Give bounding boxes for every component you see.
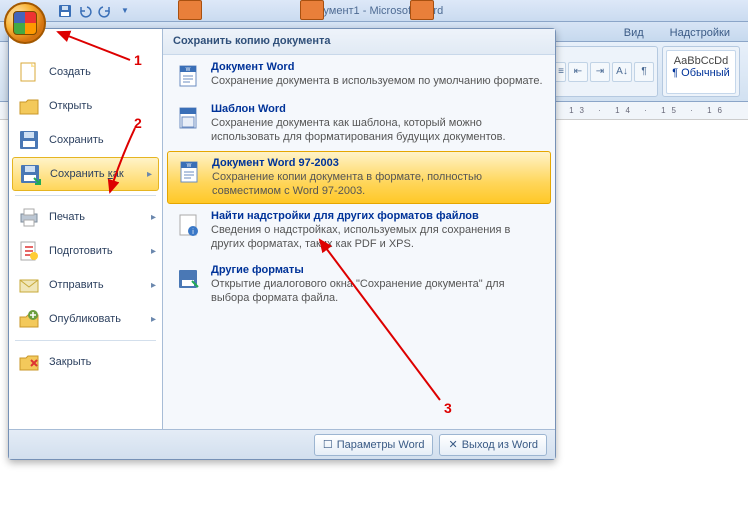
office-button[interactable] [4, 2, 46, 44]
submenu-item-title: Другие форматы [211, 264, 545, 276]
quick-access-toolbar: ▼ [56, 2, 134, 20]
menu-item-prepare[interactable]: Подготовить [9, 234, 162, 268]
annotation-number: 1 [134, 52, 142, 68]
office-menu-footer: ☐Параметры Word ✕Выход из Word [9, 429, 555, 459]
indent-increase-icon[interactable]: ⇥ [590, 62, 610, 82]
annotation-number: 2 [134, 115, 142, 131]
options-icon: ☐ [323, 438, 333, 451]
office-menu-left: Создать Открыть Сохранить Сохранить как Печа… [9, 29, 163, 429]
new-icon [17, 60, 41, 84]
menu-item-label: Сохранить как [50, 168, 124, 180]
title-bar: ▼ Документ1 - Microsoft Word [0, 0, 748, 22]
submenu-item-desc: Открытие диалогового окна "Сохранение до… [211, 277, 545, 306]
open-icon [17, 94, 41, 118]
submenu-item[interactable]: W Документ WordСохранение документа в исп… [163, 55, 555, 97]
other-icon [173, 264, 203, 294]
submenu-item-desc: Сохранение документа как шаблона, которы… [211, 116, 545, 145]
pilcrow-icon[interactable]: ¶ [634, 62, 654, 82]
ribbon-styles-group: AaBbCcDd ¶ Обычный [662, 46, 740, 97]
menu-item-close[interactable]: Закрыть [9, 345, 162, 379]
submenu-item-title: Документ Word 97-2003 [212, 157, 544, 169]
ribbon-tab-view[interactable]: Вид [616, 25, 652, 41]
style-sample: AaBbCcDd [671, 55, 731, 67]
qat-customize-icon[interactable]: ▼ [116, 2, 134, 20]
ribbon-tab-addins[interactable]: Надстройки [662, 25, 738, 41]
svg-text:W: W [186, 67, 191, 73]
submenu-item[interactable]: Другие форматыОткрытие диалогового окна … [163, 258, 555, 312]
office-menu: Создать Открыть Сохранить Сохранить как Печа… [8, 28, 556, 460]
close-icon [17, 350, 41, 374]
menu-item-publish[interactable]: Опубликовать [9, 302, 162, 336]
office-menu-right: Сохранить копию документа W Документ Word… [163, 29, 555, 429]
close-icon: ✕ [448, 438, 457, 451]
menu-item-label: Опубликовать [49, 313, 121, 325]
menu-item-label: Создать [49, 66, 91, 78]
addin-icon: i [173, 210, 203, 240]
qat-redo-icon[interactable] [96, 2, 114, 20]
style-normal[interactable]: AaBbCcDd ¶ Обычный [666, 50, 736, 94]
qat-save-icon[interactable] [56, 2, 74, 20]
menu-item-label: Отправить [49, 279, 104, 291]
print-icon [17, 205, 41, 229]
menu-item-label: Подготовить [49, 245, 113, 257]
menu-item-label: Сохранить [49, 134, 104, 146]
publish-icon [17, 307, 41, 331]
submenu-item[interactable]: Шаблон WordСохранение документа как шабл… [163, 97, 555, 151]
style-name: ¶ Обычный [671, 67, 731, 79]
saveas-icon [18, 162, 42, 186]
submenu-item-desc: Сохранение копии документа в формате, по… [212, 170, 544, 199]
send-icon [17, 273, 41, 297]
submenu-item-desc: Сведения о надстройках, используемых для… [211, 223, 545, 252]
save-icon [17, 128, 41, 152]
office-logo-icon [13, 11, 37, 35]
menu-item-label: Открыть [49, 100, 92, 112]
dotx-icon [173, 103, 203, 133]
submenu-item[interactable]: W Документ Word 97-2003Сохранение копии д… [167, 151, 551, 205]
menu-item-label: Закрыть [49, 356, 91, 368]
svg-text:W: W [187, 163, 192, 169]
exit-word-button[interactable]: ✕Выход из Word [439, 434, 547, 456]
submenu-item-title: Найти надстройки для других форматов фай… [211, 210, 545, 222]
taskbar-thumb-icon [178, 0, 202, 20]
annotation-number: 3 [444, 400, 452, 416]
prepare-icon [17, 239, 41, 263]
submenu-header: Сохранить копию документа [163, 29, 555, 55]
submenu-item-title: Документ Word [211, 61, 543, 73]
menu-item-print[interactable]: Печать [9, 200, 162, 234]
submenu-item[interactable]: i Найти надстройки для других форматов фа… [163, 204, 555, 258]
docx-icon: W [173, 61, 203, 91]
taskbar-thumb-icon [300, 0, 324, 20]
taskbar-thumb-icon [410, 0, 434, 20]
submenu-item-desc: Сохранение документа в используемом по у… [211, 74, 543, 88]
menu-item-saveas[interactable]: Сохранить как [12, 157, 159, 191]
menu-item-label: Печать [49, 211, 85, 223]
word-options-button[interactable]: ☐Параметры Word [314, 434, 434, 456]
sort-icon[interactable]: A↓ [612, 62, 632, 82]
qat-undo-icon[interactable] [76, 2, 94, 20]
menu-item-send[interactable]: Отправить [9, 268, 162, 302]
indent-decrease-icon[interactable]: ⇤ [568, 62, 588, 82]
doc-icon: W [174, 157, 204, 187]
submenu-item-title: Шаблон Word [211, 103, 545, 115]
